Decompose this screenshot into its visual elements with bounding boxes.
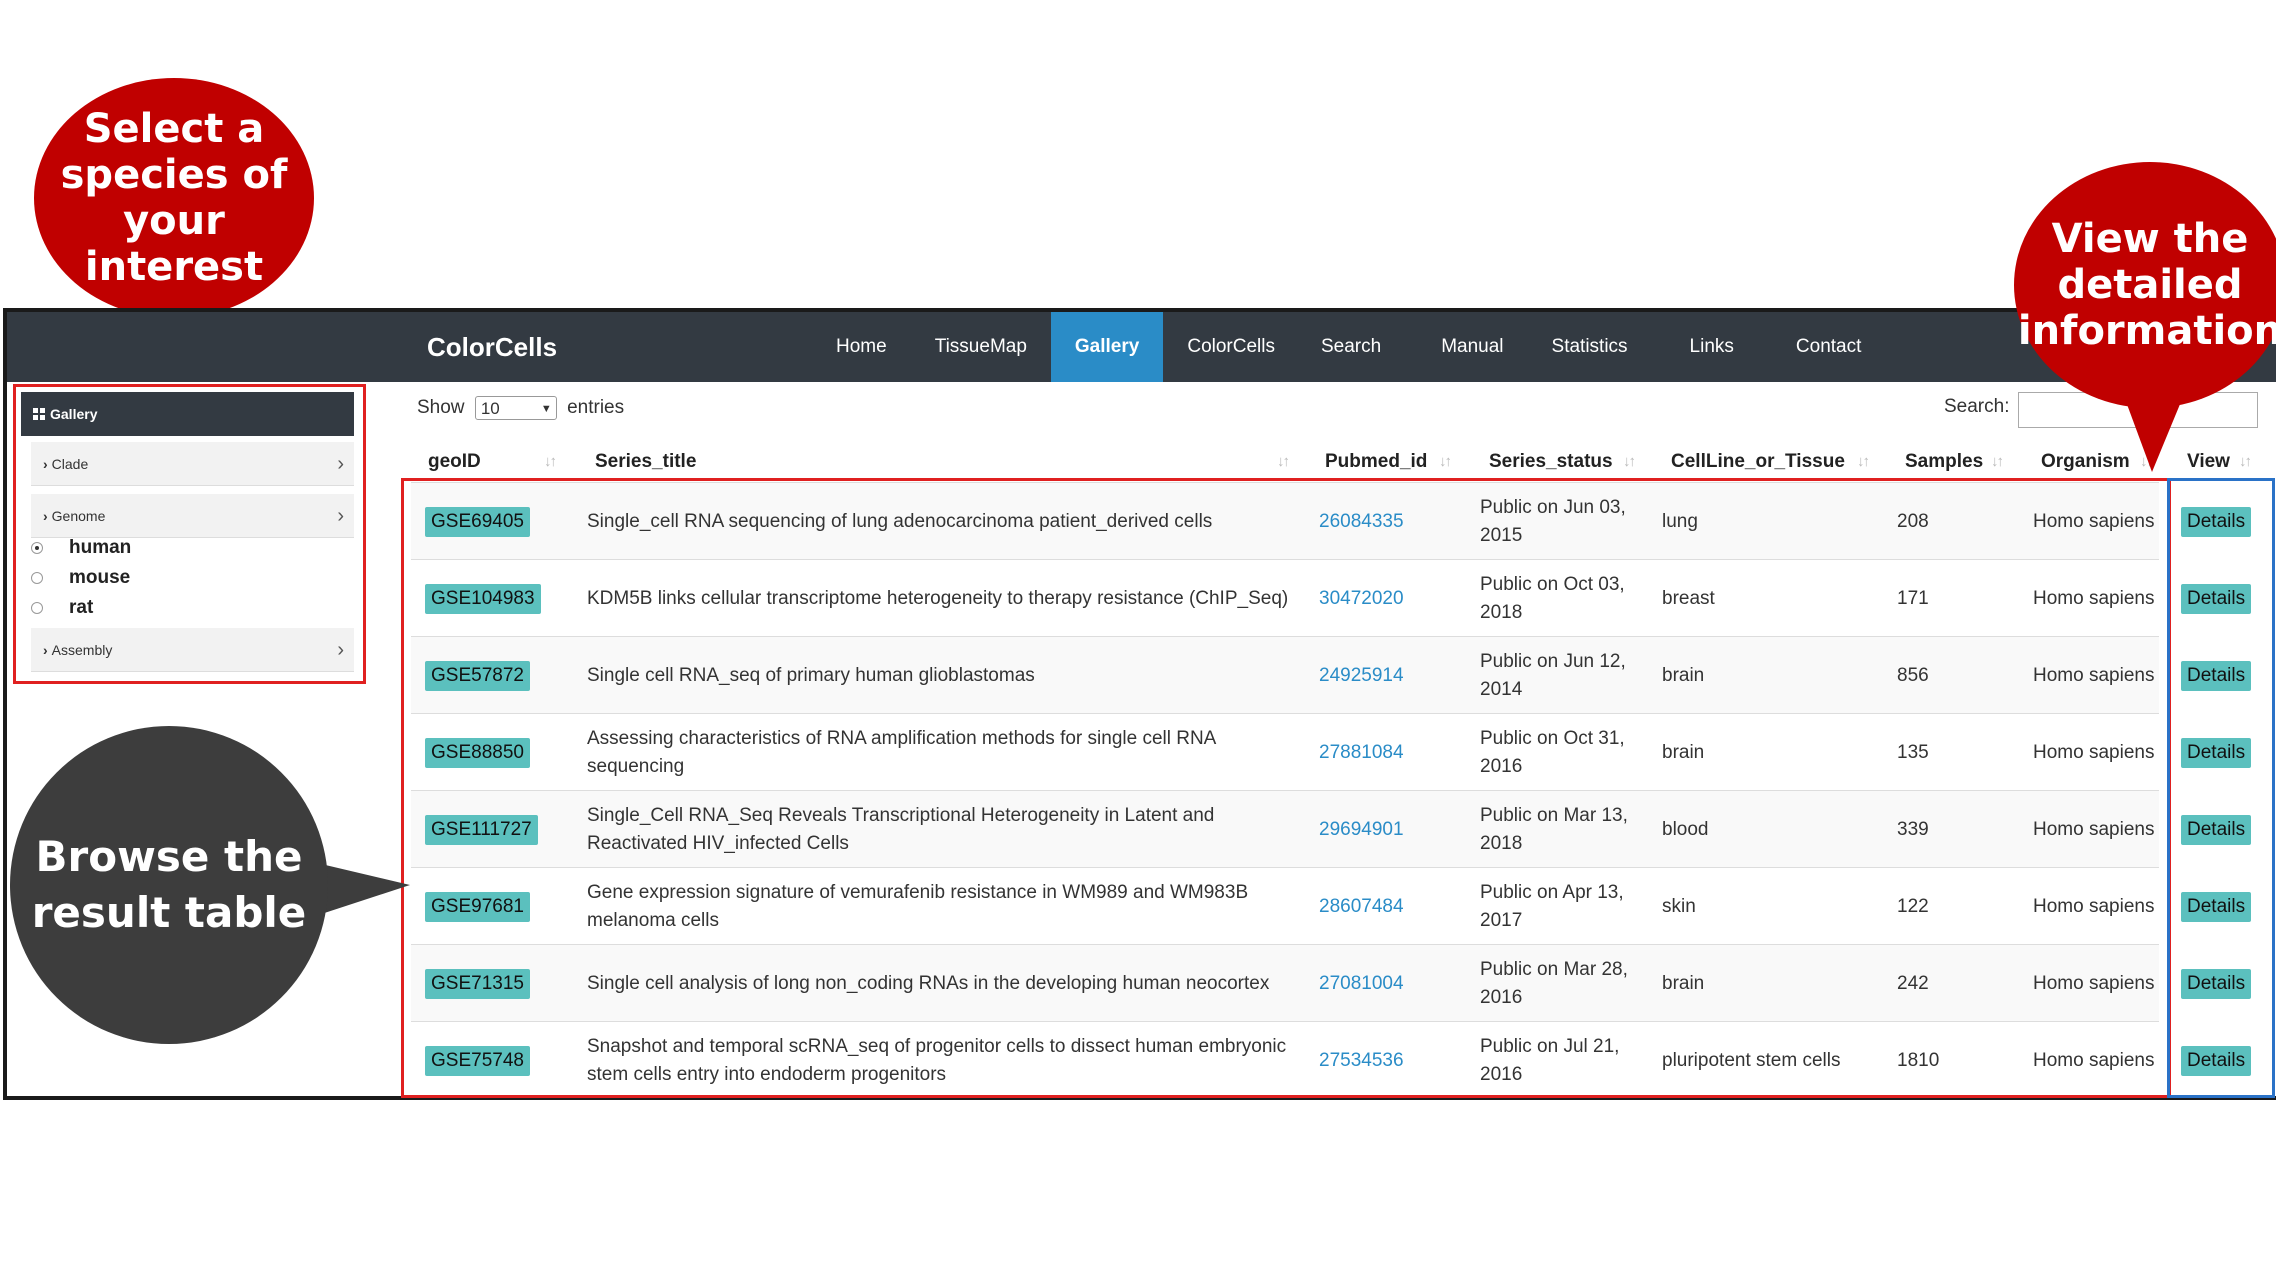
sort-icon[interactable]: ↓↑: [1991, 442, 2004, 482]
col-header-geoid[interactable]: geoID: [428, 442, 481, 482]
details-callout-text: View the detailed information: [2017, 216, 2276, 354]
sort-icon[interactable]: ↓↑: [1857, 442, 1870, 482]
nav-menu: Home TissueMap Gallery ColorCells Search…: [812, 312, 1885, 382]
sort-icon[interactable]: ↓↑: [1439, 442, 1452, 482]
sort-icon[interactable]: ↓↑: [1277, 442, 1290, 482]
sort-icon[interactable]: ↓↑: [1623, 442, 1636, 482]
nav-manual[interactable]: Manual: [1417, 312, 1527, 382]
dropdown-arrow-icon: ▼: [540, 403, 552, 415]
entries-select[interactable]: 10 ▼: [474, 396, 557, 420]
col-header-series-title[interactable]: Series_title: [595, 442, 696, 482]
nav-statistics[interactable]: Statistics: [1528, 312, 1652, 382]
col-header-samples[interactable]: Samples: [1905, 442, 1983, 482]
table-highlight-box: [401, 478, 2171, 1098]
browse-callout: Browse the result table: [10, 726, 328, 1044]
navbar: ColorCells Home TissueMap Gallery ColorC…: [7, 312, 2276, 382]
entries-label: entries: [567, 397, 625, 419]
nav-links[interactable]: Links: [1652, 312, 1772, 382]
species-callout-text: Select a species of your interest: [60, 106, 288, 290]
nav-home[interactable]: Home: [812, 312, 911, 382]
view-column-highlight-box: [2167, 478, 2275, 1098]
brand-logo[interactable]: ColorCells: [427, 312, 557, 382]
show-label: Show: [417, 397, 465, 419]
nav-tissuemap[interactable]: TissueMap: [911, 312, 1051, 382]
search-label: Search:: [1944, 396, 2010, 417]
sidebar-highlight-box: [13, 384, 366, 684]
sort-icon[interactable]: ↓↑: [2239, 442, 2252, 482]
nav-contact[interactable]: Contact: [1772, 312, 1885, 382]
browse-callout-text: Browse the result table: [31, 832, 307, 937]
nav-search[interactable]: Search: [1299, 312, 1417, 382]
col-header-pubmed[interactable]: Pubmed_id: [1325, 442, 1427, 482]
col-header-status[interactable]: Series_status: [1489, 442, 1613, 482]
length-control: Show 10 ▼ entries: [417, 396, 624, 420]
nav-gallery[interactable]: Gallery: [1050, 312, 1164, 382]
details-callout: View the detailed information: [2014, 162, 2276, 408]
nav-colorcells[interactable]: ColorCells: [1163, 312, 1299, 382]
species-callout: Select a species of your interest: [34, 78, 314, 318]
sort-icon[interactable]: ↓↑: [544, 442, 557, 482]
entries-select-value: 10: [480, 399, 500, 418]
col-header-tissue[interactable]: CellLine_or_Tissue: [1671, 442, 1845, 482]
app-window: ColorCells Home TissueMap Gallery ColorC…: [3, 308, 2276, 1100]
